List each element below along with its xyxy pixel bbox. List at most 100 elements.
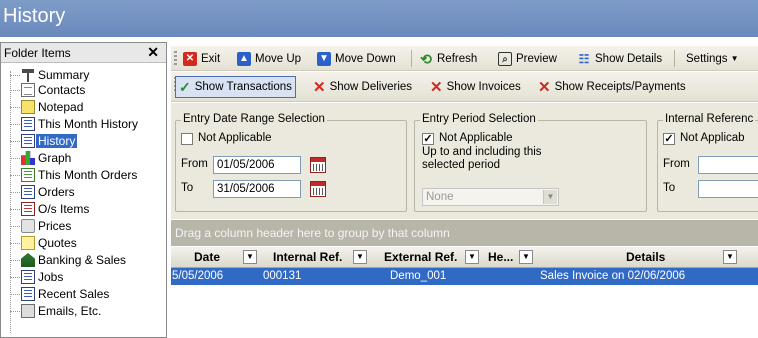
folder-item-label: Graph xyxy=(38,151,72,165)
column-header-internal-ref[interactable]: Internal Ref. xyxy=(273,247,342,268)
folder-item-emails[interactable]: Emails, Etc. xyxy=(1,303,166,319)
folder-item-label: This Month History xyxy=(38,117,139,131)
folder-pane-header: Folder Items ✕ xyxy=(1,43,166,63)
x-icon: ✕ xyxy=(538,78,551,96)
folder-item-contacts[interactable]: Contacts xyxy=(1,82,166,98)
quotes-icon xyxy=(21,236,35,250)
column-header-details[interactable]: Details xyxy=(626,247,665,268)
folder-tree: Summary Contacts Notepad This Month Hist… xyxy=(1,65,166,337)
chevron-down-icon[interactable]: ▼ xyxy=(723,250,737,264)
history-list-icon xyxy=(21,117,35,131)
from-date-field[interactable]: 01/05/2006 xyxy=(213,156,301,174)
folder-item-summary[interactable]: Summary xyxy=(1,67,166,83)
banking-icon xyxy=(21,253,35,267)
show-deliveries-button[interactable]: ✕ Show Deliveries xyxy=(313,77,412,96)
group-by-panel[interactable]: Drag a column header here to group by th… xyxy=(171,220,758,246)
outstanding-items-icon xyxy=(21,202,35,216)
folder-pane-title: Folder Items xyxy=(4,46,71,60)
show-receipts-label: Show Receipts/Payments xyxy=(554,80,686,93)
folder-item-label: O/s Items xyxy=(38,202,90,216)
exit-button[interactable]: ✕ Exit xyxy=(183,49,220,68)
group-title: Entry Period Selection xyxy=(420,113,538,125)
to-label: To xyxy=(663,182,676,194)
chevron-down-icon[interactable]: ▼ xyxy=(519,250,533,264)
folder-item-label: This Month Orders xyxy=(38,168,138,182)
cell-internal-ref: 000131 xyxy=(263,270,302,282)
calendar-icon[interactable] xyxy=(310,157,326,173)
show-transactions-button[interactable]: ✓ Show Transactions xyxy=(175,76,296,98)
show-receipts-button[interactable]: ✕ Show Receipts/Payments xyxy=(538,77,686,96)
not-applicable-checkbox[interactable]: ✓ xyxy=(663,133,675,145)
entry-period-group: Entry Period Selection ✓ Not Applicable … xyxy=(414,113,647,212)
settings-label: Settings xyxy=(686,52,728,65)
preview-icon: ⌕ xyxy=(498,51,512,66)
period-select[interactable]: None ▼ xyxy=(422,188,559,206)
exit-label: Exit xyxy=(201,52,221,65)
cell-external-ref: Demo_001 xyxy=(390,270,447,282)
folder-item-graph[interactable]: Graph xyxy=(1,150,166,166)
chevron-down-icon[interactable]: ▼ xyxy=(353,250,367,264)
folder-item-os-items[interactable]: O/s Items xyxy=(1,201,166,217)
show-invoices-button[interactable]: ✕ Show Invoices xyxy=(430,77,521,96)
cell-details: Sales Invoice on 02/06/2006 xyxy=(540,270,686,282)
internal-ref-from-field[interactable] xyxy=(698,156,758,174)
move-down-label: Move Down xyxy=(335,52,396,65)
checkbox-label: Not Applicable xyxy=(439,132,513,144)
folder-item-history[interactable]: History xyxy=(1,133,166,149)
checkbox-label: Not Applicable xyxy=(198,132,272,144)
grid-body xyxy=(171,285,758,338)
period-note: Up to and including this selected period xyxy=(422,146,542,171)
folder-item-jobs[interactable]: Jobs xyxy=(1,269,166,285)
x-icon: ✕ xyxy=(430,78,443,96)
table-row[interactable]: 5/05/2006 000131 Demo_001 Sales Invoice … xyxy=(171,268,758,285)
folder-item-label: Banking & Sales xyxy=(38,253,127,267)
orders-list-icon xyxy=(21,168,35,182)
internal-ref-to-field[interactable] xyxy=(698,180,758,198)
settings-menu[interactable]: Settings ▼ xyxy=(686,49,738,68)
close-icon: ✕ xyxy=(183,51,197,66)
folder-item-banking-sales[interactable]: Banking & Sales xyxy=(1,252,166,268)
folder-item-quotes[interactable]: Quotes xyxy=(1,235,166,251)
folder-pane: Folder Items ✕ Summary Contacts Notepad … xyxy=(0,42,167,338)
move-up-button[interactable]: ▲ Move Up xyxy=(237,49,301,68)
period-select-value: None xyxy=(426,191,454,203)
folder-item-this-month-orders[interactable]: This Month Orders xyxy=(1,167,166,183)
folder-item-notepad[interactable]: Notepad xyxy=(1,99,166,115)
move-up-label: Move Up xyxy=(255,52,302,65)
not-applicable-checkbox[interactable]: ✓ xyxy=(422,133,434,145)
toolbar-grip[interactable] xyxy=(174,51,177,67)
move-down-button[interactable]: ▼ Move Down xyxy=(317,49,396,68)
column-header-external-ref[interactable]: External Ref. xyxy=(384,247,457,268)
refresh-button[interactable]: ⟲ Refresh xyxy=(419,49,477,68)
folder-item-label: Emails, Etc. xyxy=(38,304,102,318)
folder-item-label: Prices xyxy=(38,219,72,233)
folder-item-prices[interactable]: Prices xyxy=(1,218,166,234)
x-icon: ✕ xyxy=(313,78,326,96)
preview-label: Preview xyxy=(516,52,557,65)
show-invoices-label: Show Invoices xyxy=(446,80,521,93)
folder-item-orders[interactable]: Orders xyxy=(1,184,166,200)
emails-icon xyxy=(21,304,35,318)
calendar-icon[interactable] xyxy=(310,181,326,197)
notepad-icon xyxy=(21,100,35,114)
column-header-he[interactable]: He... xyxy=(488,247,513,268)
folder-item-label: Jobs xyxy=(38,270,64,284)
folder-item-recent-sales[interactable]: Recent Sales xyxy=(1,286,166,302)
folder-item-this-month-history[interactable]: This Month History xyxy=(1,116,166,132)
arrow-down-icon: ▼ xyxy=(317,51,331,66)
folder-item-label: Quotes xyxy=(38,236,77,250)
show-details-button[interactable]: ☷ Show Details xyxy=(577,49,663,68)
folder-item-label: Orders xyxy=(38,185,75,199)
folder-item-label: History xyxy=(36,134,78,148)
show-deliveries-label: Show Deliveries xyxy=(329,80,413,93)
chevron-down-icon[interactable]: ▼ xyxy=(243,250,257,264)
to-label: To xyxy=(181,182,194,194)
not-applicable-checkbox[interactable] xyxy=(181,133,193,145)
close-icon[interactable]: ✕ xyxy=(147,44,159,61)
prices-icon xyxy=(21,219,35,233)
to-date-field[interactable]: 31/05/2006 xyxy=(213,180,301,198)
filter-area: Entry Date Range Selection Not Applicabl… xyxy=(171,103,758,219)
column-header-date[interactable]: Date xyxy=(194,247,220,268)
chevron-down-icon[interactable]: ▼ xyxy=(465,250,479,264)
preview-button[interactable]: ⌕ Preview xyxy=(498,49,557,68)
